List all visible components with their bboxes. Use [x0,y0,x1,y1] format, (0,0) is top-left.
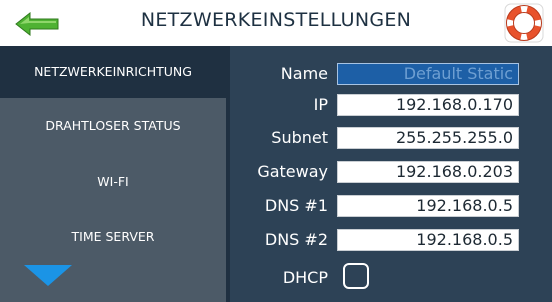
dns2-field[interactable]: 192.168.0.5 [337,229,519,251]
sidebar-item-drahtloser-status[interactable]: DRAHTLOSER STATUS [0,100,226,152]
subnet-field[interactable]: 255.255.255.0 [337,127,519,149]
sidebar: NETZWERKEINRICHTUNG DRAHTLOSER STATUS WI… [0,46,226,302]
settings-panel: NETZWERKEINRICHTUNG DRAHTLOSER STATUS WI… [0,46,552,302]
gateway-field[interactable]: 192.168.0.203 [337,161,519,183]
name-label: Name [280,64,328,83]
name-field[interactable]: Default Static [337,63,519,85]
ip-field[interactable]: 192.168.0.170 [337,94,519,116]
lifebuoy-help-icon[interactable] [504,3,544,43]
sidebar-item-netzwerkeinrichtung[interactable]: NETZWERKEINRICHTUNG [0,46,226,98]
page-title: NETZWERKEINSTELLUNGEN [140,9,412,31]
gateway-label: Gateway [257,162,328,181]
sidebar-item-time-server[interactable]: TIME SERVER [0,211,226,263]
sidebar-item-wi-fi[interactable]: WI-FI [0,156,226,208]
ip-label: IP [313,95,328,114]
dhcp-label: DHCP [282,268,328,287]
dns2-label: DNS #2 [264,230,328,249]
dns1-label: DNS #1 [264,196,328,215]
header-bar: NETZWERKEINSTELLUNGEN [0,0,552,46]
dns1-field[interactable]: 192.168.0.5 [337,195,519,217]
panel-divider [226,46,230,302]
subnet-label: Subnet [271,128,328,147]
dhcp-checkbox[interactable] [343,263,369,289]
scroll-down-icon[interactable] [24,265,72,286]
